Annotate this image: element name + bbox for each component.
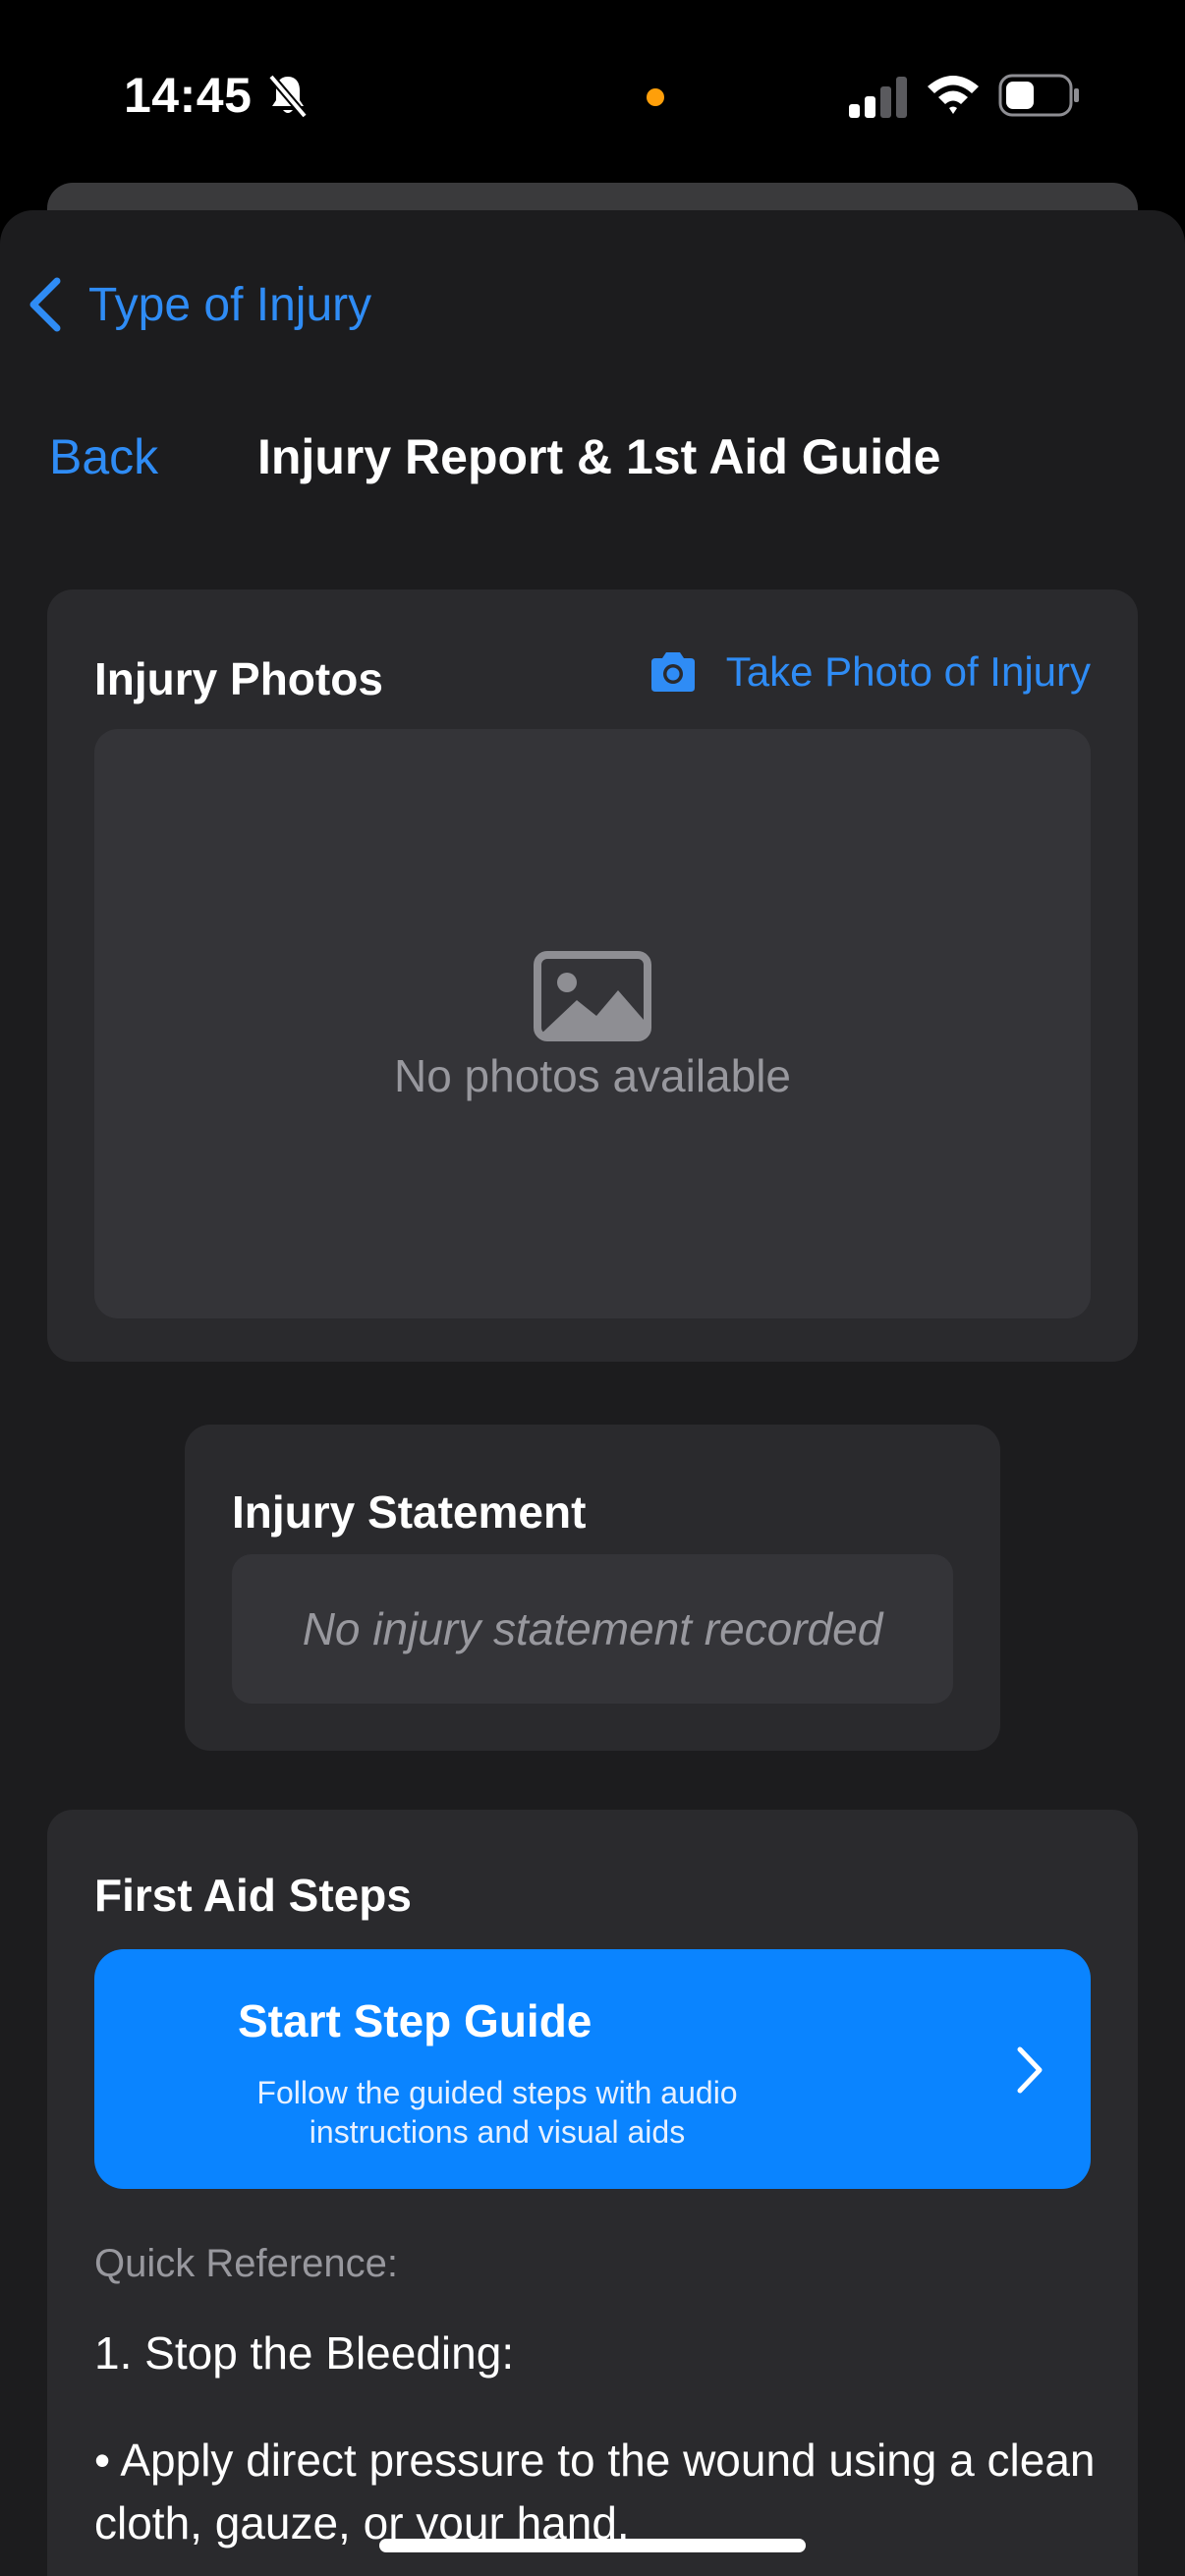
guide-subtitle: Follow the guided steps with audio instr… [256, 2075, 738, 2150]
home-indicator[interactable] [379, 2539, 806, 2552]
status-bar: 14:45 [0, 0, 1185, 187]
bell-muted-icon [267, 74, 309, 119]
take-photo-label: Take Photo of Injury [725, 648, 1091, 695]
first-aid-card: First Aid Steps Start Step Guide Follow … [47, 1810, 1138, 2576]
recording-indicator-dot [647, 88, 664, 106]
quick-reference-label: Quick Reference: [94, 2242, 399, 2285]
injury-statement-card: Injury Statement No injury statement rec… [185, 1425, 1000, 1751]
take-photo-button[interactable]: Take Photo of Injury [648, 648, 1091, 696]
photo-placeholder-icon [534, 951, 651, 1041]
back-button[interactable]: Back [49, 428, 158, 485]
injury-statement-box: No injury statement recorded [232, 1554, 953, 1704]
wifi-icon [928, 76, 979, 114]
injury-photos-title: Injury Photos [94, 653, 383, 704]
modal-sheet: Type of Injury Back Injury Report & 1st … [0, 210, 1185, 2576]
guide-title: Start Step Guide [238, 1995, 592, 2046]
step-1-heading: 1. Stop the Bleeding: [94, 2327, 515, 2379]
camera-icon [650, 652, 695, 692]
page-title: Injury Report & 1st Aid Guide [257, 429, 941, 484]
status-time: 14:45 [124, 68, 253, 123]
injury-statement-empty-text: No injury statement recorded [302, 1603, 883, 1654]
nav-back-type-of-injury[interactable]: Type of Injury [24, 265, 371, 344]
cellular-signal-icon [849, 77, 907, 118]
injury-photos-card: Injury Photos Take Photo of Injury No ph… [47, 589, 1138, 1362]
start-step-guide-button[interactable]: Start Step Guide Follow the guided steps… [94, 1949, 1091, 2189]
no-photos-text: No photos available [393, 1050, 792, 1101]
chevron-left-icon [29, 277, 61, 332]
battery-icon [998, 74, 1079, 117]
screen: 14:45 Type of Injury Back Injury Report … [0, 0, 1185, 2576]
step-1-bullet: • Apply direct pressure to the wound usi… [94, 2435, 1096, 2548]
chevron-right-icon [1017, 2046, 1043, 2094]
nav-back-label: Type of Injury [88, 278, 372, 331]
injury-statement-title: Injury Statement [232, 1486, 587, 1538]
first-aid-title: First Aid Steps [94, 1870, 412, 1921]
photo-placeholder: No photos available [94, 729, 1091, 1318]
